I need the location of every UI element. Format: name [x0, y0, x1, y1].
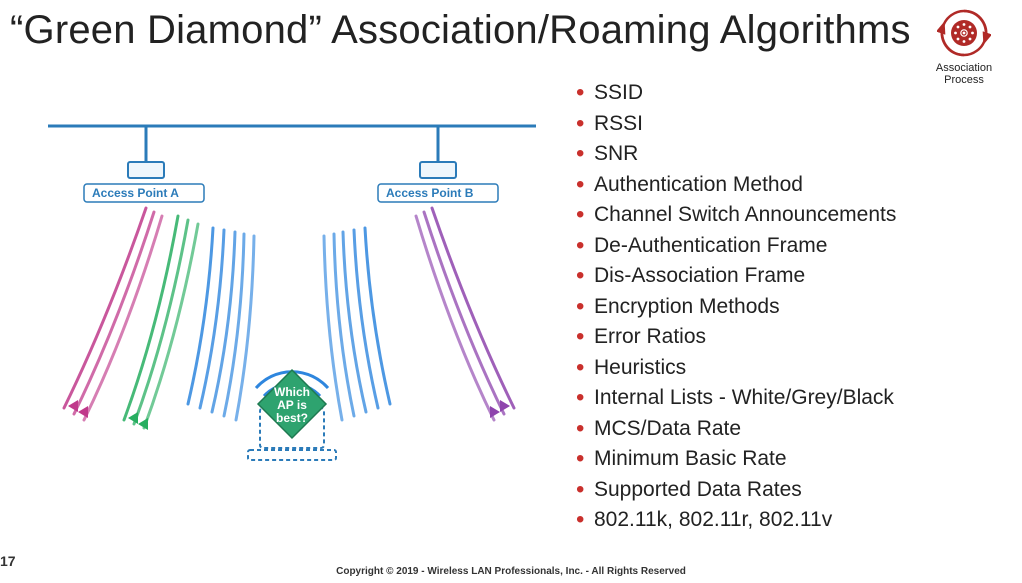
bullet-item: Authentication Method: [576, 170, 996, 201]
bullet-item: MCS/Data Rate: [576, 414, 996, 445]
callout-line1: Which: [274, 385, 310, 399]
bullet-item: Error Ratios: [576, 322, 996, 353]
slide-title: “Green Diamond” Association/Roaming Algo…: [10, 8, 911, 53]
bullet-item: SSID: [576, 78, 996, 109]
callout-line3: best?: [276, 411, 308, 425]
bullet-item: Encryption Methods: [576, 292, 996, 323]
bullet-item: Dis-Association Frame: [576, 261, 996, 292]
callout-line2: AP is: [277, 398, 307, 412]
bullet-item: 802.11k, 802.11r, 802.11v: [576, 505, 996, 536]
ap-b-label: Access Point B: [386, 186, 474, 200]
which-ap-callout: Which AP is best?: [258, 370, 326, 438]
page-number: 17: [0, 553, 16, 569]
bullet-item: Supported Data Rates: [576, 475, 996, 506]
bullet-item: De-Authentication Frame: [576, 231, 996, 262]
bullet-item: RSSI: [576, 109, 996, 140]
ap-a-label: Access Point A: [92, 186, 179, 200]
bullet-item: SNR: [576, 139, 996, 170]
factors-list: SSIDRSSISNRAuthentication MethodChannel …: [576, 78, 996, 536]
bullet-item: Minimum Basic Rate: [576, 444, 996, 475]
roaming-diagram: Access Point A Access Point B: [38, 108, 546, 468]
bullet-item: Channel Switch Announcements: [576, 200, 996, 231]
copyright-footer: Copyright © 2019 - Wireless LAN Professi…: [336, 566, 686, 577]
badge-caption-line1: Association: [932, 62, 996, 74]
association-process-icon: [937, 6, 991, 60]
roaming-diagram-svg: Access Point A Access Point B: [38, 108, 546, 468]
bullet-item: Internal Lists - White/Grey/Black: [576, 383, 996, 414]
association-process-badge: Association Process: [932, 6, 996, 86]
bullet-item: Heuristics: [576, 353, 996, 384]
